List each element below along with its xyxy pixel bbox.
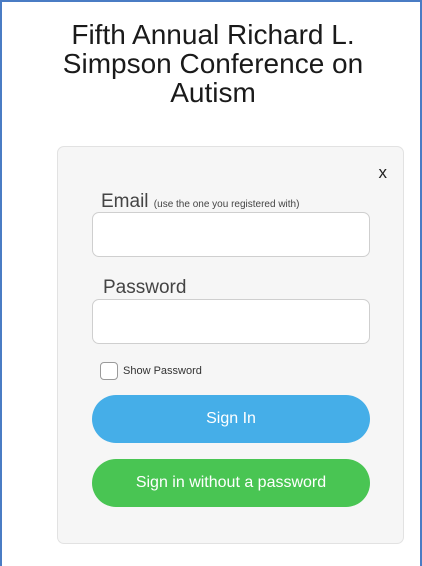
login-card: x Email (use the one you registered with… <box>57 146 404 544</box>
passwordless-sign-in-button[interactable]: Sign in without a password <box>92 459 370 507</box>
page-frame: Fifth Annual Richard L. Simpson Conferen… <box>0 0 422 566</box>
passwordless-sign-in-label: Sign in without a password <box>135 474 327 491</box>
page-title: Fifth Annual Richard L. Simpson Conferen… <box>62 19 364 108</box>
show-password-checkbox[interactable] <box>100 362 118 380</box>
close-button[interactable]: x <box>379 163 388 183</box>
email-hint: (use the one you registered with) <box>153 199 300 210</box>
sign-in-button-label: Sign In <box>206 410 256 427</box>
password-field[interactable] <box>92 299 370 344</box>
password-label: Password <box>103 277 187 298</box>
email-label-text: Email <box>101 191 149 212</box>
email-field[interactable] <box>92 212 370 257</box>
sign-in-button[interactable]: Sign In <box>92 395 370 443</box>
email-label: Email (use the one you registered with) <box>101 191 299 213</box>
show-password-label[interactable]: Show Password <box>123 365 202 377</box>
